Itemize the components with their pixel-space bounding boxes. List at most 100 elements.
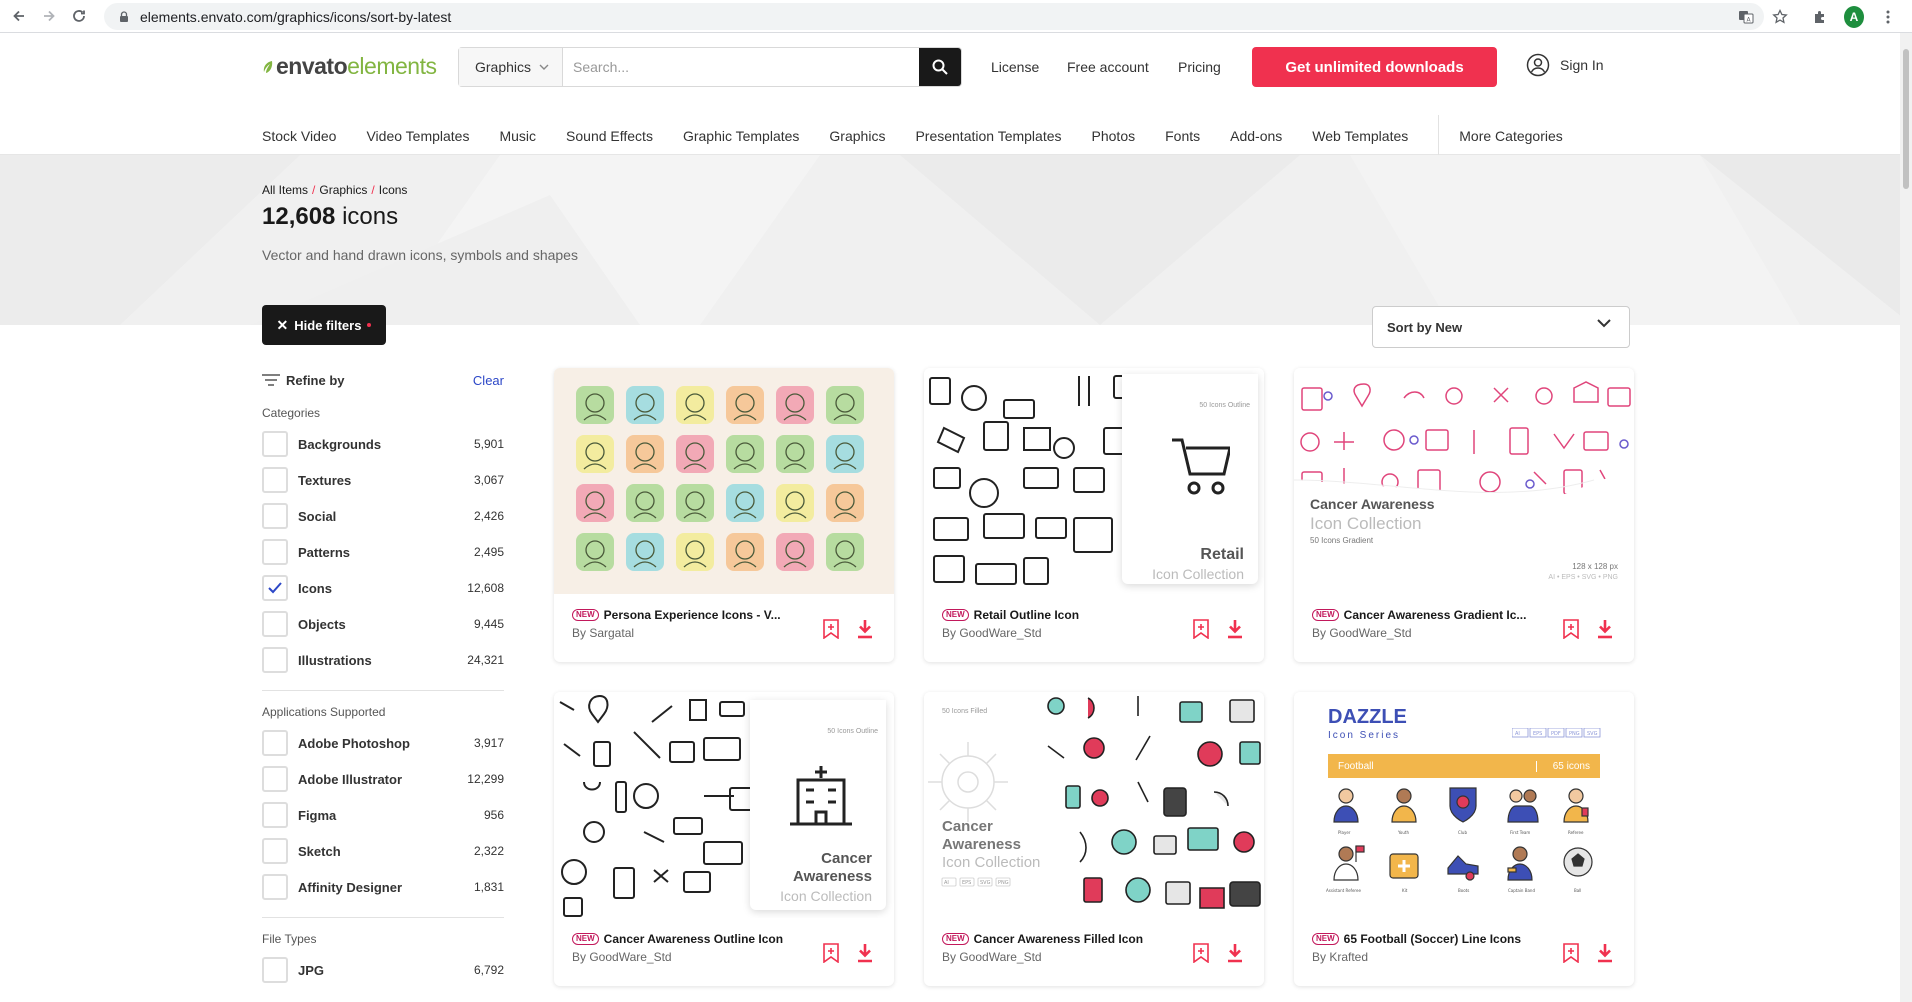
item-title[interactable]: Cancer Awareness Filled Icon — [974, 932, 1143, 946]
item-title[interactable]: 65 Football (Soccer) Line Icons — [1344, 932, 1521, 946]
filter-icons[interactable]: Icons 12,608 — [262, 570, 504, 606]
page-scrollbar[interactable] — [1900, 33, 1912, 1002]
star-icon[interactable] — [1770, 7, 1790, 27]
bookmark-add-icon[interactable] — [820, 618, 842, 640]
pricing-link[interactable]: Pricing — [1178, 59, 1221, 75]
download-icon[interactable] — [854, 618, 876, 640]
item-author[interactable]: By Sargatal — [572, 626, 802, 640]
item-thumbnail[interactable]: AI EPS SVG PNG 50 Icons Filled Cancer Aw… — [924, 692, 1264, 918]
filter-backgrounds[interactable]: Backgrounds 5,901 — [262, 426, 504, 462]
item-author[interactable]: By GoodWare_Std — [942, 950, 1172, 964]
filter-objects[interactable]: Objects 9,445 — [262, 606, 504, 642]
filter-sketch[interactable]: Sketch 2,322 — [262, 833, 504, 869]
item-title[interactable]: Cancer Awareness Gradient Ic... — [1344, 608, 1527, 622]
checkbox[interactable] — [262, 539, 288, 565]
filter-textures[interactable]: Textures 3,067 — [262, 462, 504, 498]
search-input[interactable] — [563, 48, 919, 86]
sort-select[interactable]: Sort by New — [1372, 306, 1630, 348]
more-vert-icon[interactable] — [1878, 7, 1898, 27]
filter-figma[interactable]: Figma 956 — [262, 797, 504, 833]
item-author[interactable]: By GoodWare_Std — [572, 950, 802, 964]
download-icon[interactable] — [1594, 618, 1616, 640]
bookmark-add-icon[interactable] — [1190, 618, 1212, 640]
bookmark-add-icon[interactable] — [820, 942, 842, 964]
nav-presentation-templates[interactable]: Presentation Templates — [915, 128, 1061, 144]
filter-social[interactable]: Social 2,426 — [262, 498, 504, 534]
checkbox[interactable] — [262, 611, 288, 637]
back-arrow-icon[interactable] — [8, 5, 30, 27]
checkbox[interactable] — [262, 957, 288, 983]
checkbox[interactable] — [262, 467, 288, 493]
item-title[interactable]: Retail Outline Icon — [974, 608, 1079, 622]
nav-add-ons[interactable]: Add-ons — [1230, 128, 1282, 144]
nav-fonts[interactable]: Fonts — [1165, 128, 1200, 144]
item-card[interactable]: AI EPS SVG PNG 50 Icons Filled Cancer Aw… — [924, 692, 1264, 986]
filter-jpg[interactable]: JPG 6,792 — [262, 952, 504, 988]
download-icon[interactable] — [1224, 942, 1246, 964]
filter-affinity-designer[interactable]: Affinity Designer 1,831 — [262, 869, 504, 905]
nav-more-categories[interactable]: More Categories — [1459, 128, 1563, 144]
checkbox[interactable] — [262, 874, 288, 900]
nav-stock-video[interactable]: Stock Video — [262, 128, 336, 144]
item-author[interactable]: By Krafted — [1312, 950, 1542, 964]
checkbox[interactable] — [262, 802, 288, 828]
reload-icon[interactable] — [68, 5, 90, 27]
breadcrumb-all-items[interactable]: All Items — [262, 183, 308, 197]
item-thumbnail[interactable]: 50 Icons Outline Cancer Awareness Icon C… — [554, 692, 894, 918]
license-link[interactable]: License — [991, 59, 1039, 75]
item-title[interactable]: Persona Experience Icons - V... — [604, 608, 781, 622]
checkbox[interactable] — [262, 838, 288, 864]
checkbox[interactable] — [262, 431, 288, 457]
item-card[interactable]: NEW Persona Experience Icons - V... By Sa… — [554, 368, 894, 662]
checkbox-checked[interactable] — [262, 575, 288, 601]
checkbox[interactable] — [262, 766, 288, 792]
sign-in-link[interactable]: Sign In — [1526, 53, 1604, 77]
checkbox[interactable] — [262, 730, 288, 756]
item-author[interactable]: By GoodWare_Std — [1312, 626, 1542, 640]
clear-filters-link[interactable]: Clear — [473, 373, 504, 388]
breadcrumb-icons[interactable]: Icons — [379, 183, 408, 197]
item-card[interactable]: Cancer Awareness Icon Collection 50 Icon… — [1294, 368, 1634, 662]
download-icon[interactable] — [1224, 618, 1246, 640]
filter-patterns[interactable]: Patterns 2,495 — [262, 534, 504, 570]
envato-elements-logo[interactable]: envato elements — [262, 53, 437, 80]
item-card[interactable]: DAZZLE Icon Series AI EPS PDF PNG SVG Fo… — [1294, 692, 1634, 986]
download-icon[interactable] — [854, 942, 876, 964]
nav-web-templates[interactable]: Web Templates — [1312, 128, 1408, 144]
nav-graphic-templates[interactable]: Graphic Templates — [683, 128, 799, 144]
bookmark-add-icon[interactable] — [1560, 942, 1582, 964]
item-title[interactable]: Cancer Awareness Outline Icon — [604, 932, 783, 946]
nav-photos[interactable]: Photos — [1092, 128, 1136, 144]
item-thumbnail[interactable] — [554, 368, 894, 594]
translate-icon[interactable]: A — [1736, 7, 1756, 27]
item-thumbnail[interactable]: DAZZLE Icon Series AI EPS PDF PNG SVG Fo… — [1294, 692, 1634, 918]
item-author[interactable]: By GoodWare_Std — [942, 626, 1172, 640]
nav-music[interactable]: Music — [499, 128, 536, 144]
item-card[interactable]: 50 Icons Outline Cancer Awareness Icon C… — [554, 692, 894, 986]
checkbox[interactable] — [262, 647, 288, 673]
scrollbar-thumb[interactable] — [1903, 49, 1909, 189]
bookmark-add-icon[interactable] — [1190, 942, 1212, 964]
nav-graphics[interactable]: Graphics — [829, 128, 885, 144]
checkbox[interactable] — [262, 503, 288, 529]
bookmark-add-icon[interactable] — [1560, 618, 1582, 640]
forward-arrow-icon[interactable] — [38, 5, 60, 27]
nav-video-templates[interactable]: Video Templates — [366, 128, 469, 144]
download-icon[interactable] — [1594, 942, 1616, 964]
filter-illustrations[interactable]: Illustrations 24,321 — [262, 642, 504, 678]
filter-adobe-photoshop[interactable]: Adobe Photoshop 3,917 — [262, 725, 504, 761]
search-category-select[interactable]: Graphics — [459, 48, 563, 86]
get-unlimited-downloads-button[interactable]: Get unlimited downloads — [1252, 47, 1497, 87]
search-button[interactable] — [919, 48, 961, 86]
nav-sound-effects[interactable]: Sound Effects — [566, 128, 653, 144]
extensions-icon[interactable] — [1810, 7, 1830, 27]
hide-filters-button[interactable]: ✕ Hide filters — [262, 305, 386, 345]
breadcrumb-graphics[interactable]: Graphics — [319, 183, 367, 197]
item-thumbnail[interactable]: 50 Icons Outline Retail Icon Collection — [924, 368, 1264, 594]
item-card[interactable]: 50 Icons Outline Retail Icon Collection … — [924, 368, 1264, 662]
free-account-link[interactable]: Free account — [1067, 59, 1149, 75]
address-bar[interactable]: elements.envato.com/graphics/icons/sort-… — [104, 3, 1764, 30]
filter-adobe-illustrator[interactable]: Adobe Illustrator 12,299 — [262, 761, 504, 797]
profile-avatar[interactable]: A — [1844, 5, 1864, 28]
item-thumbnail[interactable]: Cancer Awareness Icon Collection 50 Icon… — [1294, 368, 1634, 594]
